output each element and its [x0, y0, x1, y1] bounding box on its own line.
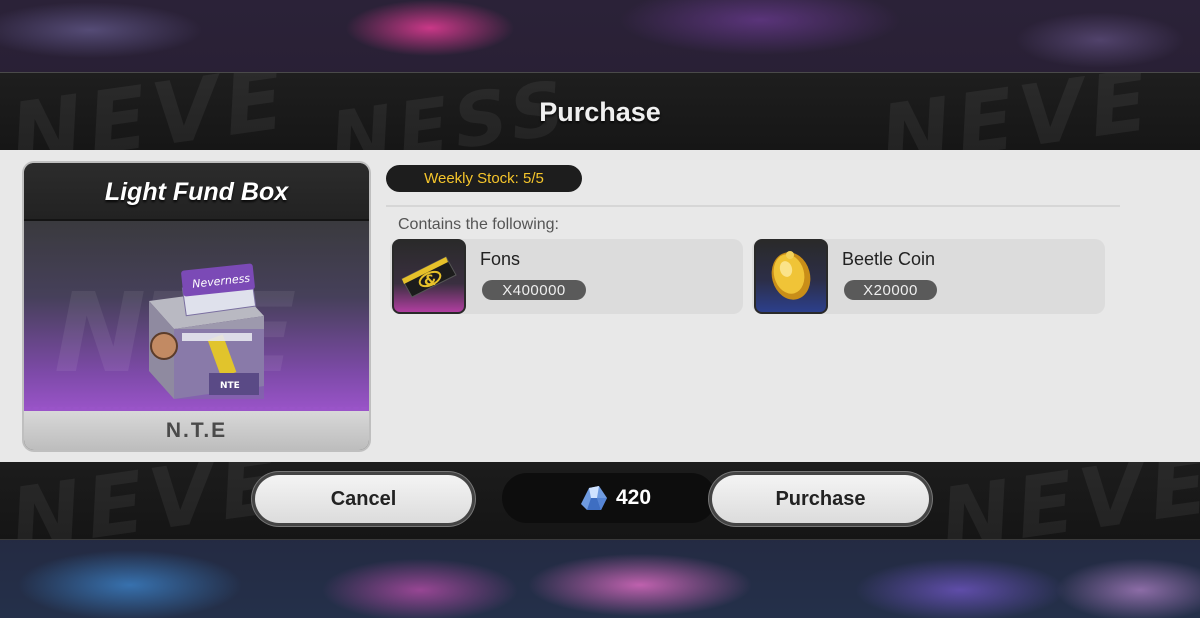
- weekly-stock-badge: Weekly Stock: 5/5: [386, 165, 582, 192]
- reward-quantity: X400000: [482, 280, 586, 300]
- cost-amount: 420: [616, 486, 652, 509]
- reward-quantity: X20000: [844, 280, 937, 300]
- package-tag-text: NTE: [220, 381, 240, 391]
- fons-card-icon: &: [392, 239, 466, 314]
- section-divider: [386, 205, 1120, 207]
- beetle-coin-icon: [754, 239, 828, 314]
- item-name: Light Fund Box: [104, 177, 289, 206]
- svg-text:&: &: [424, 273, 436, 289]
- weekly-stock-value: 5/5: [523, 170, 544, 187]
- purchase-panel: Light Fund Box NTE Neverness NTE: [0, 150, 1200, 462]
- reward-item-beetle-coin[interactable]: Beetle Coin X20000: [752, 239, 1105, 314]
- cancel-button[interactable]: Cancel: [255, 475, 472, 523]
- crystal-currency-icon: [581, 486, 607, 510]
- item-artwork: NTE Neverness NTE: [24, 221, 369, 411]
- item-box-illustration: NTE Neverness NTE: [54, 263, 296, 399]
- item-card-footer: N.T.E: [24, 407, 369, 450]
- reward-name: Beetle Coin: [842, 249, 936, 269]
- reward-item-fons[interactable]: & Fons X400000: [390, 239, 743, 314]
- watermark-logo: NEVE: [4, 462, 290, 540]
- weekly-stock-label: Weekly Stock:: [424, 170, 519, 187]
- contents-label: Contains the following:: [398, 216, 559, 233]
- dialog-title: Purchase: [539, 96, 661, 127]
- purchase-button[interactable]: Purchase: [712, 475, 929, 523]
- action-bar: NEVE NEVE Cancel 420 Purchase: [0, 462, 1200, 540]
- dialog-header: NEVE NESS NEVE Purchase: [0, 72, 1200, 150]
- item-card: Light Fund Box NTE Neverness NTE: [24, 163, 369, 450]
- item-card-header: Light Fund Box: [24, 163, 369, 221]
- watermark-logo: NEVE: [934, 462, 1200, 540]
- reward-name: Fons: [480, 249, 521, 269]
